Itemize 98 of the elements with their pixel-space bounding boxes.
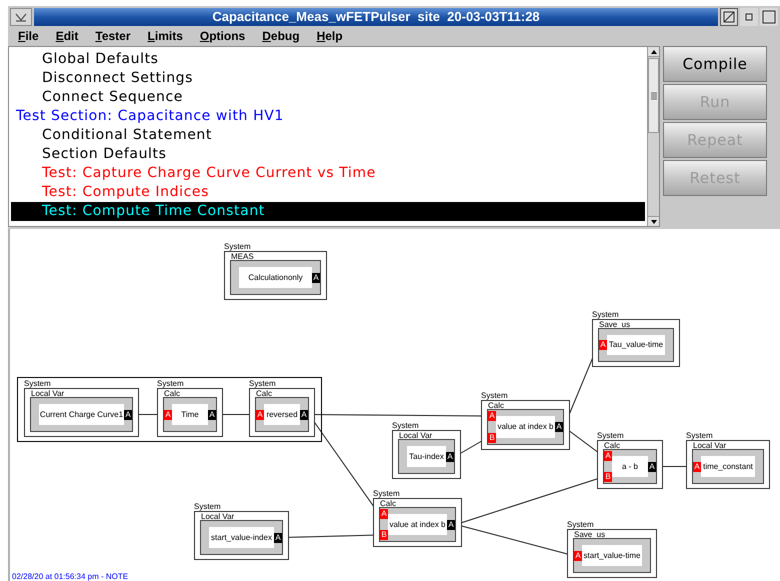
scroll-thumb[interactable] [648, 58, 659, 133]
up-arrow-icon [650, 50, 656, 54]
node-label: Current Charge Curve1 [39, 404, 124, 425]
restore-button[interactable] [740, 8, 758, 26]
input-port[interactable]: A [164, 410, 172, 420]
node-label: start_value-time [582, 545, 642, 566]
node-label: reversed [264, 404, 300, 425]
caret-icon [15, 12, 27, 22]
menu-item[interactable]: Debug [262, 27, 300, 45]
category-label: Calc [488, 401, 504, 410]
menu-item[interactable]: Help [316, 27, 343, 45]
output-port[interactable]: A [447, 520, 455, 530]
category-label: Local Var [693, 441, 726, 450]
down-arrow-icon [650, 220, 656, 224]
grip-icon [650, 92, 656, 100]
sequence-item[interactable]: Connect Sequence [11, 88, 645, 107]
system-label: System [481, 391, 508, 400]
node-label: a - b [612, 456, 648, 477]
output-port[interactable]: A [312, 272, 320, 282]
status-message: 02/28/20 at 01:56:34 pm - NOTE [12, 572, 128, 581]
category-label: Local Var [399, 431, 432, 440]
category-label: Calc [164, 389, 180, 398]
system-label: System [686, 431, 713, 440]
menu-item[interactable]: File [18, 27, 39, 45]
menu-item[interactable]: Edit [56, 27, 78, 45]
input-port[interactable]: B [380, 530, 388, 540]
node-frame[interactable]: Calc A B a - b A [597, 440, 663, 489]
system-label: System [592, 310, 619, 319]
input-port[interactable]: A [693, 462, 701, 472]
node-frame[interactable]: Local Var Tau-index A [392, 430, 461, 479]
sequence-item[interactable]: Test: Capture Charge Curve Current vs Time [11, 164, 645, 183]
input-port[interactable]: A [604, 451, 612, 461]
input-port[interactable]: A [574, 550, 582, 560]
sequence-item[interactable]: Test Section: Capacitance with HV1 [11, 107, 645, 126]
sequence-item[interactable]: Conditional Statement [11, 126, 645, 145]
menu-item[interactable]: Limits [148, 27, 183, 45]
scroll-up-button[interactable] [648, 47, 659, 57]
menu-item[interactable]: Options [200, 27, 246, 45]
close-button[interactable] [760, 8, 778, 26]
input-port[interactable]: B [488, 433, 496, 443]
sequence-item[interactable]: Test: Compute Indices [11, 183, 645, 202]
action-button[interactable]: Compile [663, 46, 767, 82]
output-port[interactable]: A [555, 422, 563, 432]
restore-icon [745, 12, 753, 20]
scrollbar[interactable] [647, 47, 659, 226]
category-label: Local Var [31, 389, 64, 398]
node-frame[interactable]: Calc A Time A [157, 388, 223, 437]
output-port[interactable]: A [300, 410, 308, 420]
output-port[interactable]: A [648, 462, 656, 472]
node-frame[interactable]: Local Var A time_constant [686, 440, 770, 489]
window-icon [762, 10, 776, 24]
node-label: value at index b [388, 514, 447, 535]
sequence-item[interactable]: Test: Compute Time Constant [11, 202, 645, 221]
output-port[interactable]: A [446, 452, 454, 462]
node-label: Tau-index [407, 446, 446, 467]
system-label: System [567, 520, 594, 529]
system-label: System [157, 379, 184, 388]
node-label: time_constant [701, 456, 755, 477]
output-port[interactable]: A [274, 532, 282, 542]
node-frame[interactable]: MEAS Calculationonly A [224, 251, 327, 300]
node-frame[interactable]: Local Var start_value-index A [194, 511, 289, 560]
window-menu-button[interactable] [10, 8, 32, 26]
window-title: Capacitance_Meas_wFETPulser site 20-03-03T11:28 [212, 8, 540, 26]
node-label: Time [172, 404, 208, 425]
system-label: System [249, 379, 276, 388]
maximize-button[interactable] [720, 8, 738, 26]
node-label: Calculationonly [239, 267, 312, 288]
node-frame[interactable]: Calc A B value at index b A [481, 400, 570, 450]
category-label: Calc [604, 441, 620, 450]
node-frame[interactable]: Calc A reversed A [249, 388, 315, 437]
system-label: System [392, 421, 419, 430]
category-label: Calc [380, 499, 396, 508]
sequence-item[interactable]: Section Defaults [11, 145, 645, 164]
output-port[interactable]: A [208, 410, 216, 420]
system-label: System [373, 489, 400, 498]
sequence-item[interactable]: Global Defaults [11, 50, 645, 69]
system-label: System [194, 502, 221, 511]
input-port[interactable]: A [599, 340, 607, 350]
input-port[interactable]: A [488, 411, 496, 421]
input-port[interactable]: A [256, 410, 264, 420]
menu-item[interactable]: Tester [95, 27, 131, 45]
system-label: System [224, 242, 251, 251]
node-frame[interactable]: Calc A B value at index b A [373, 498, 462, 547]
node-label: Tau_value-time [607, 335, 665, 355]
node-label: start_value-index [209, 527, 274, 548]
output-port[interactable]: A [124, 410, 132, 420]
category-label: Calc [256, 389, 272, 398]
category-label: Local Var [201, 512, 234, 521]
system-label: System [597, 431, 624, 440]
node-frame[interactable]: Local Var Current Charge Curve1 A [24, 388, 139, 437]
system-label: System [24, 379, 51, 388]
input-port[interactable]: B [604, 472, 612, 482]
node-label: value at index b [496, 416, 555, 438]
scroll-down-button[interactable] [648, 216, 659, 226]
input-port[interactable]: A [380, 509, 388, 519]
category-label: MEAS [231, 252, 254, 261]
sequence-item[interactable]: Disconnect Settings [11, 69, 645, 88]
maximize-icon [723, 10, 735, 22]
